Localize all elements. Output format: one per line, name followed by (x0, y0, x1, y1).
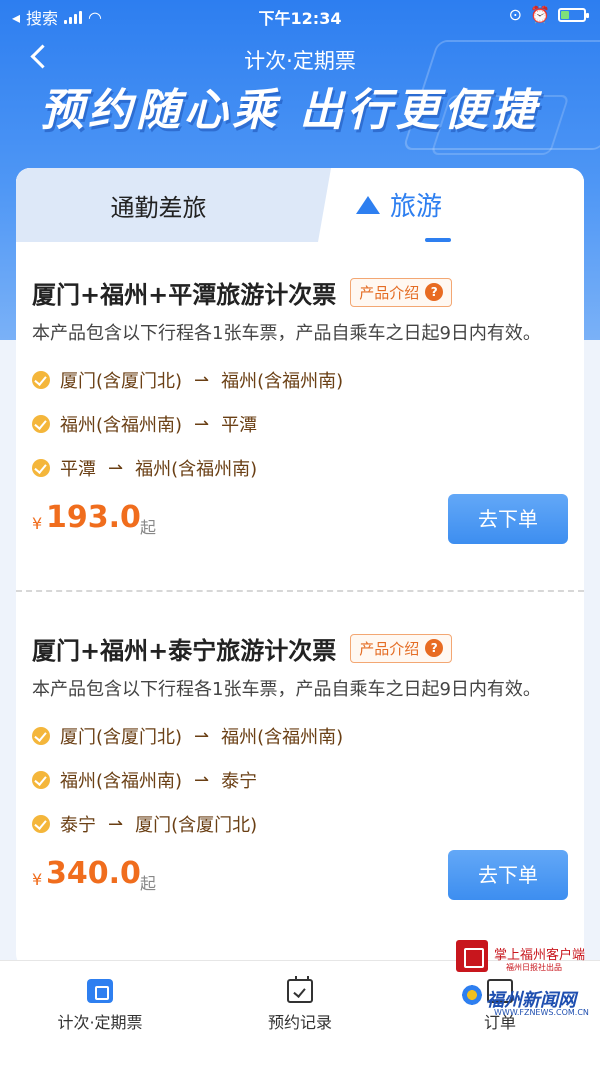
arrow-right-icon: ⇀ (194, 369, 210, 391)
dashed-divider (16, 590, 584, 592)
active-tab-indicator (425, 238, 451, 242)
route-from: 平潭 (60, 459, 96, 480)
route-to: 福州(含福州南) (221, 371, 344, 392)
check-icon (32, 371, 50, 389)
order-button[interactable]: 去下单 (448, 494, 568, 544)
product-item: 厦门+福州+平潭旅游计次票 产品介绍 ? 本产品包含以下行程各1张车票，产品自乘… (32, 272, 568, 548)
route-to: 泰宁 (221, 771, 258, 792)
route-from: 泰宁 (60, 815, 96, 836)
product-price: 193.0 (46, 500, 141, 535)
tab-tourism[interactable]: 旅游 (356, 186, 442, 223)
fuzhou-news-logo-icon (456, 940, 488, 972)
banner-slogan: 预约随心乘 出行更便捷 (40, 85, 540, 136)
price-suffix: 起 (140, 874, 157, 893)
check-icon (32, 815, 50, 833)
route-list: 厦门(含厦门北) ⇀ 福州(含福州南) 福州(含福州南) ⇀ 平潭 平潭 ⇀ 福… (32, 358, 568, 490)
route-to: 福州(含福州南) (221, 727, 344, 748)
check-icon (32, 771, 50, 789)
product-description: 本产品包含以下行程各1张车票，产品自乘车之日起9日内有效。 (32, 679, 541, 700)
product-intro-label: 产品介绍 (359, 283, 420, 302)
check-icon (32, 459, 50, 477)
tabbar-item-reservations[interactable]: 预约记录 (200, 976, 400, 1033)
order-button[interactable]: 去下单 (448, 850, 568, 900)
arrow-right-icon: ⇀ (108, 457, 124, 479)
product-title: 厦门+福州+泰宁旅游计次票 (32, 636, 337, 665)
price-row: ¥ 340.0 起 去下单 (32, 848, 568, 904)
route-from: 厦门(含厦门北) (60, 371, 183, 392)
page-title: 计次·定期票 (244, 49, 356, 73)
product-price: 340.0 (46, 856, 141, 891)
tab-tourism-label: 旅游 (390, 192, 443, 222)
product-intro-label: 产品介绍 (359, 639, 420, 658)
watermark-line: 福州日报社出品 (506, 963, 562, 972)
tabbar-label: 预约记录 (267, 1013, 332, 1032)
route-from: 厦门(含厦门北) (60, 727, 183, 748)
battery-icon (558, 7, 589, 22)
watermark-line: 掌上福州客户端 (494, 948, 586, 963)
route-list: 厦门(含厦门北) ⇀ 福州(含福州南) 福州(含福州南) ⇀ 泰宁 泰宁 ⇀ 厦… (32, 714, 568, 846)
route-item: 厦门(含厦门北) ⇀ 福州(含福州南) (32, 358, 568, 402)
route-to: 平潭 (221, 415, 258, 436)
product-title: 厦门+福州+平潭旅游计次票 (32, 280, 337, 309)
calendar-check-icon (287, 976, 313, 1003)
rotation-lock-icon: ⊙ (508, 5, 523, 24)
question-icon: ? (425, 283, 444, 301)
tab-commute-label[interactable]: 通勤差旅 (16, 188, 301, 223)
check-icon (32, 727, 50, 745)
tabbar-label: 计次·定期票 (57, 1013, 143, 1032)
arrow-right-icon: ⇀ (194, 413, 210, 435)
arrow-right-icon: ⇀ (194, 725, 210, 747)
route-item: 福州(含福州南) ⇀ 平潭 (32, 402, 568, 446)
route-item: 福州(含福州南) ⇀ 泰宁 (32, 758, 568, 802)
arrow-right-icon: ⇀ (194, 769, 210, 791)
currency-symbol: ¥ (32, 870, 43, 889)
price-row: ¥ 193.0 起 去下单 (32, 492, 568, 548)
currency-symbol: ¥ (32, 514, 43, 533)
product-description: 本产品包含以下行程各1张车票，产品自乘车之日起9日内有效。 (32, 323, 541, 344)
route-to: 厦门(含厦门北) (135, 815, 258, 836)
ticket-icon (87, 979, 113, 1003)
route-to: 福州(含福州南) (135, 459, 258, 480)
route-item: 泰宁 ⇀ 厦门(含厦门北) (32, 802, 568, 846)
product-card: 通勤差旅 旅游 厦门+福州+平潭旅游计次票 产品介绍 ? 本产品包含以下行程各1… (16, 168, 584, 968)
route-from: 福州(含福州南) (60, 415, 183, 436)
category-tabs: 通勤差旅 旅游 (16, 168, 584, 244)
alarm-icon: ⏰ (530, 5, 550, 24)
news-watermark: 掌上福州客户端 福州日报社出品 福州新闻网 WWW.FZNEWS.COM.CN (456, 940, 596, 1020)
satellite-dish-icon (460, 984, 484, 1006)
arrow-right-icon: ⇀ (108, 813, 124, 835)
status-bar: ◂ 搜索 ◠ 下午12:34 ⊙ ⏰ (0, 0, 600, 30)
tabbar-item-tickets[interactable]: 计次·定期票 (0, 979, 200, 1033)
question-icon: ? (425, 639, 444, 657)
product-intro-button[interactable]: 产品介绍 ? (350, 633, 453, 663)
route-from: 福州(含福州南) (60, 771, 183, 792)
product-intro-button[interactable]: 产品介绍 ? (350, 277, 453, 307)
route-item: 厦门(含厦门北) ⇀ 福州(含福州南) (32, 714, 568, 758)
mountain-icon (356, 195, 380, 214)
route-item: 平潭 ⇀ 福州(含福州南) (32, 446, 568, 490)
product-item: 厦门+福州+泰宁旅游计次票 产品介绍 ? 本产品包含以下行程各1张车票，产品自乘… (32, 628, 568, 904)
price-suffix: 起 (140, 518, 157, 537)
watermark-line: WWW.FZNEWS.COM.CN (494, 1008, 589, 1017)
check-icon (32, 415, 50, 433)
